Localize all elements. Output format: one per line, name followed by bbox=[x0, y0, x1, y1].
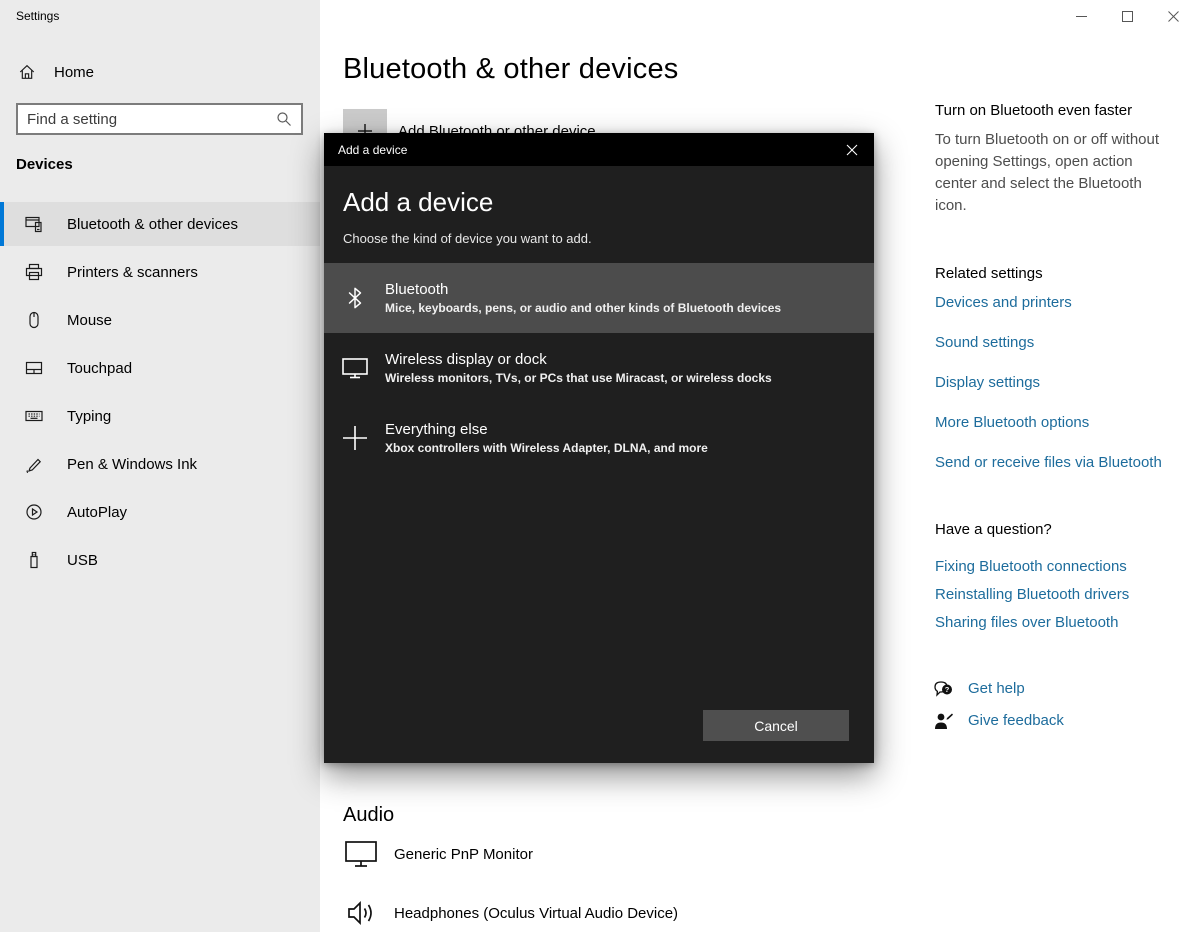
sidebar-item-label: Printers & scanners bbox=[67, 264, 198, 281]
link-fixing-bluetooth-connections[interactable]: Fixing Bluetooth connections bbox=[935, 556, 1129, 578]
tip-heading: Turn on Bluetooth even faster bbox=[935, 102, 1132, 119]
audio-device-headphones[interactable]: Headphones (Oculus Virtual Audio Device) bbox=[343, 897, 678, 929]
selected-accent-bar bbox=[0, 202, 4, 246]
sidebar-nav: Bluetooth & other devices Printers & sca… bbox=[0, 202, 320, 586]
close-icon bbox=[846, 144, 858, 156]
dialog-option-wireless-display[interactable]: Wireless display or dock Wireless monito… bbox=[324, 333, 874, 403]
sidebar-item-label: Bluetooth & other devices bbox=[67, 216, 238, 233]
sidebar-item-bluetooth-other-devices[interactable]: Bluetooth & other devices bbox=[0, 202, 320, 246]
sidebar: Settings Home Devices bbox=[0, 0, 320, 932]
dialog-titlebar: Add a device bbox=[324, 133, 874, 166]
window-controls bbox=[1058, 0, 1196, 32]
search-box bbox=[16, 103, 303, 135]
get-help-row: ? Get help bbox=[933, 678, 1025, 700]
minimize-icon bbox=[1076, 11, 1087, 22]
sidebar-section-heading: Devices bbox=[16, 156, 73, 173]
autoplay-icon bbox=[24, 502, 44, 522]
link-sharing-files-over-bluetooth[interactable]: Sharing files over Bluetooth bbox=[935, 612, 1129, 634]
sidebar-home-label: Home bbox=[54, 64, 94, 81]
dialog-option-title: Bluetooth bbox=[385, 281, 781, 298]
sidebar-item-printers-scanners[interactable]: Printers & scanners bbox=[0, 250, 320, 294]
sidebar-item-label: AutoPlay bbox=[67, 504, 127, 521]
sidebar-item-pen-windows-ink[interactable]: Pen & Windows Ink bbox=[0, 442, 320, 486]
sidebar-item-mouse[interactable]: Mouse bbox=[0, 298, 320, 342]
link-more-bluetooth-options[interactable]: More Bluetooth options bbox=[935, 412, 1162, 434]
minimize-button[interactable] bbox=[1058, 0, 1104, 32]
maximize-icon bbox=[1122, 11, 1133, 22]
plus-icon bbox=[340, 425, 370, 451]
usb-icon bbox=[24, 550, 44, 570]
dialog-option-text: Wireless display or dock Wireless monito… bbox=[385, 351, 772, 385]
audio-device-name: Headphones (Oculus Virtual Audio Device) bbox=[394, 905, 678, 922]
sidebar-item-label: Typing bbox=[67, 408, 111, 425]
sidebar-item-typing[interactable]: Typing bbox=[0, 394, 320, 438]
bluetooth-icon bbox=[340, 285, 370, 311]
close-window-button[interactable] bbox=[1150, 0, 1196, 32]
dialog-option-description: Mice, keyboards, pens, or audio and othe… bbox=[385, 301, 781, 315]
keyboard-icon bbox=[24, 406, 44, 426]
close-icon bbox=[1168, 11, 1179, 22]
maximize-button[interactable] bbox=[1104, 0, 1150, 32]
dialog-titlebar-text: Add a device bbox=[338, 143, 407, 157]
link-get-help[interactable]: Get help bbox=[968, 678, 1025, 700]
add-device-dialog: Add a device Add a device Choose the kin… bbox=[324, 133, 874, 763]
feedback-person-icon bbox=[933, 712, 955, 730]
dialog-close-button[interactable] bbox=[829, 133, 874, 166]
printer-icon bbox=[24, 262, 44, 282]
link-display-settings[interactable]: Display settings bbox=[935, 372, 1162, 394]
svg-text:?: ? bbox=[945, 685, 950, 694]
give-feedback-row: Give feedback bbox=[933, 710, 1064, 732]
sidebar-item-touchpad[interactable]: Touchpad bbox=[0, 346, 320, 390]
dialog-heading: Add a device bbox=[343, 187, 874, 218]
sidebar-item-home[interactable]: Home bbox=[18, 58, 302, 86]
related-settings-heading: Related settings bbox=[935, 265, 1043, 282]
pen-icon bbox=[24, 454, 44, 474]
sidebar-item-label: Mouse bbox=[67, 312, 112, 329]
touchpad-icon bbox=[24, 358, 44, 378]
mouse-icon bbox=[24, 310, 44, 330]
have-a-question-heading: Have a question? bbox=[935, 521, 1052, 538]
link-give-feedback[interactable]: Give feedback bbox=[968, 710, 1064, 732]
search-icon[interactable] bbox=[276, 111, 292, 127]
dialog-option-description: Wireless monitors, TVs, or PCs that use … bbox=[385, 371, 772, 385]
dialog-subtitle: Choose the kind of device you want to ad… bbox=[343, 231, 874, 246]
question-links: Fixing Bluetooth connections Reinstallin… bbox=[935, 556, 1129, 640]
sidebar-item-usb[interactable]: USB bbox=[0, 538, 320, 582]
sidebar-item-label: Pen & Windows Ink bbox=[67, 456, 197, 473]
audio-device-monitor[interactable]: Generic PnP Monitor bbox=[343, 838, 533, 870]
tip-body: To turn Bluetooth on or off without open… bbox=[935, 129, 1173, 217]
page-title: Bluetooth & other devices bbox=[343, 53, 678, 86]
settings-window: Settings Home Devices bbox=[0, 0, 1196, 932]
home-icon bbox=[18, 63, 36, 81]
dialog-option-description: Xbox controllers with Wireless Adapter, … bbox=[385, 441, 708, 455]
audio-section-heading: Audio bbox=[343, 804, 394, 827]
dialog-option-text: Everything else Xbox controllers with Wi… bbox=[385, 421, 708, 455]
link-send-receive-files[interactable]: Send or receive files via Bluetooth bbox=[935, 452, 1162, 474]
monitor-icon bbox=[343, 838, 379, 870]
dialog-option-bluetooth[interactable]: Bluetooth Mice, keyboards, pens, or audi… bbox=[324, 263, 874, 333]
speaker-icon bbox=[343, 897, 379, 929]
link-devices-and-printers[interactable]: Devices and printers bbox=[935, 292, 1162, 314]
link-sound-settings[interactable]: Sound settings bbox=[935, 332, 1162, 354]
display-icon bbox=[340, 356, 370, 380]
sidebar-item-label: Touchpad bbox=[67, 360, 132, 377]
audio-device-name: Generic PnP Monitor bbox=[394, 846, 533, 863]
related-settings-links: Devices and printers Sound settings Disp… bbox=[935, 292, 1162, 492]
app-title: Settings bbox=[16, 9, 59, 23]
cancel-button[interactable]: Cancel bbox=[703, 710, 849, 741]
sidebar-item-autoplay[interactable]: AutoPlay bbox=[0, 490, 320, 534]
search-input[interactable] bbox=[27, 111, 276, 128]
dialog-option-everything-else[interactable]: Everything else Xbox controllers with Wi… bbox=[324, 403, 874, 473]
devices-icon bbox=[24, 214, 44, 234]
dialog-option-title: Wireless display or dock bbox=[385, 351, 772, 368]
link-reinstalling-bluetooth-drivers[interactable]: Reinstalling Bluetooth drivers bbox=[935, 584, 1129, 606]
dialog-option-title: Everything else bbox=[385, 421, 708, 438]
dialog-option-text: Bluetooth Mice, keyboards, pens, or audi… bbox=[385, 281, 781, 315]
help-chat-icon: ? bbox=[933, 680, 955, 698]
sidebar-item-label: USB bbox=[67, 552, 98, 569]
dialog-options: Bluetooth Mice, keyboards, pens, or audi… bbox=[324, 263, 874, 473]
